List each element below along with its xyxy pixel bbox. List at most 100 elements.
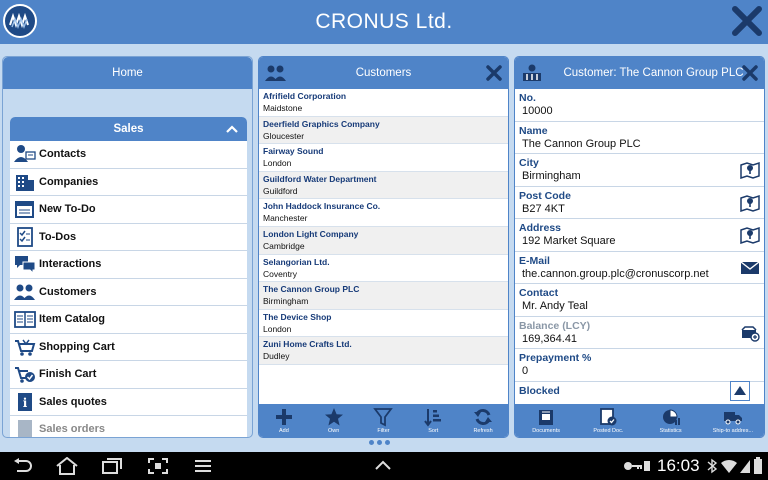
customer-city: Coventry: [263, 268, 298, 279]
menu-item-contacts[interactable]: Contacts: [10, 141, 247, 169]
page-dot: [385, 440, 390, 445]
customer-row[interactable]: Selangorian Ltd. Coventry: [259, 255, 508, 283]
menu-item-customers[interactable]: Customers: [10, 278, 247, 306]
field-email: E-Mail the.cannon.group.plc@cronuscorp.ne…: [515, 252, 764, 284]
customer-row[interactable]: Afrifield Corporation Maidstone: [259, 89, 508, 117]
customer-row[interactable]: Guildford Water Department Guildford: [259, 171, 508, 200]
close-icon[interactable]: [741, 64, 759, 82]
star-icon: [324, 408, 343, 426]
field-label: Balance (LCY): [519, 319, 591, 332]
sales-group-title: Sales: [113, 123, 144, 135]
map-icon[interactable]: [740, 161, 760, 179]
customer-name: John Haddock Insurance Co.: [263, 201, 381, 212]
sort-button[interactable]: Sort: [408, 404, 458, 437]
menu-item-item-catalog[interactable]: Item Catalog: [10, 306, 247, 334]
customer-city: Birmingham: [263, 296, 309, 307]
balance-icon[interactable]: [740, 324, 760, 342]
field-value[interactable]: 192 Market Square: [519, 234, 764, 247]
menu-item-shopping-cart[interactable]: Shopping Cart: [10, 333, 247, 361]
menu-item-label: Sales orders: [39, 423, 106, 436]
add-button[interactable]: Add: [259, 404, 309, 437]
field-value[interactable]: the.cannon.group.plc@cronuscorp.net: [519, 267, 764, 280]
field-value[interactable]: 10000: [519, 104, 764, 117]
customer-city: London: [263, 323, 292, 334]
field-label: City: [519, 157, 539, 169]
field-value[interactable]: Mr. Andy Teal: [519, 299, 764, 312]
documents-label: Documents: [532, 428, 561, 434]
menu-item-companies[interactable]: Companies: [10, 168, 247, 196]
scroll-to-top-button[interactable]: [730, 381, 750, 401]
field-value[interactable]: 0: [519, 364, 764, 377]
customer-card-header: Customer: The Cannon Group PLC: [515, 57, 764, 89]
posted-doc-button[interactable]: Posted Doc.: [577, 404, 639, 437]
app-close-icon[interactable]: [730, 4, 764, 38]
customer-city: Manchester: [263, 213, 308, 224]
customer-row[interactable]: The Cannon Group PLC Birmingham: [259, 282, 508, 310]
customer-row[interactable]: London Light Company Cambridge: [259, 226, 508, 255]
map-icon[interactable]: [740, 194, 760, 212]
customer-row[interactable]: The Device Shop London: [259, 310, 508, 338]
home-header[interactable]: Home: [3, 57, 252, 89]
customer-row[interactable]: John Haddock Insurance Co. Manchester: [259, 199, 508, 227]
map-icon[interactable]: [740, 226, 760, 244]
recent-apps-icon[interactable]: [101, 457, 123, 475]
back-icon[interactable]: [12, 457, 34, 475]
customer-card-title: Customer: The Cannon Group PLC: [563, 67, 744, 79]
field-contact: Contact Mr. Andy Teal: [515, 284, 764, 317]
field-label: Contact: [519, 287, 559, 299]
field-value[interactable]: The Cannon Group PLC: [519, 137, 764, 150]
bluetooth-icon: [707, 458, 718, 474]
customer-name: London Light Company: [263, 228, 359, 239]
filter-button[interactable]: Filter: [359, 404, 409, 437]
field-label: Post Code: [519, 189, 571, 202]
menu-icon[interactable]: [193, 457, 213, 475]
chevron-up-icon[interactable]: [225, 122, 239, 136]
field-city: City Birmingham: [515, 154, 764, 187]
customer-row[interactable]: Deerfield Graphics Company Gloucester: [259, 116, 508, 145]
email-icon[interactable]: [740, 259, 760, 277]
refresh-button[interactable]: Refresh: [458, 404, 508, 437]
menu-item-finish-cart[interactable]: Finish Cart: [10, 361, 247, 389]
sales-group-header[interactable]: Sales: [10, 117, 247, 141]
battery-icon: [754, 457, 762, 474]
refresh-icon: [474, 408, 493, 426]
menu-item-label: Customers: [39, 285, 97, 298]
close-icon[interactable]: [485, 64, 503, 82]
customers-icon: [11, 281, 39, 303]
customer-city: Guildford: [263, 185, 298, 196]
filter-icon: [373, 408, 394, 427]
new-todo-icon: [11, 198, 39, 220]
field-value[interactable]: B27 4KT: [519, 202, 764, 215]
own-button[interactable]: Own: [309, 404, 359, 437]
menu-item-new-todo[interactable]: New To-Do: [10, 196, 247, 224]
customer-row[interactable]: Zuni Home Crafts Ltd. Dudley: [259, 337, 508, 365]
menu-item-label: New To-Do: [39, 203, 96, 216]
system-navigation-bar: 16:03: [0, 452, 768, 480]
menu-item-label: Item Catalog: [39, 313, 106, 326]
posted-doc-label: Posted Doc.: [593, 428, 624, 434]
ship-to-address-button[interactable]: Ship-to addres...: [702, 404, 764, 437]
customer-city: Gloucester: [263, 130, 305, 141]
field-label: Blocked: [519, 384, 560, 397]
home-panel: Home Sales Contacts Companies New To-Do: [2, 56, 253, 438]
page-indicator: [369, 440, 390, 445]
home-icon[interactable]: [55, 457, 79, 475]
documents-button[interactable]: Documents: [515, 404, 577, 437]
statistics-button[interactable]: Statistics: [640, 404, 702, 437]
menu-item-interactions[interactable]: Interactions: [10, 251, 247, 279]
menu-item-todos[interactable]: To-Dos: [10, 223, 247, 251]
customer-city: Cambridge: [263, 240, 305, 251]
menu-item-sales-orders[interactable]: Sales orders: [10, 416, 247, 437]
documents-icon: [539, 410, 554, 425]
sales-quotes-icon: i: [11, 391, 39, 413]
customer-row[interactable]: Fairway Sound London: [259, 144, 508, 172]
screenshot-icon[interactable]: [147, 457, 169, 475]
field-balance: Balance (LCY) 169,364.41: [515, 317, 764, 349]
field-post-code: Post Code B27 4KT: [515, 187, 764, 219]
menu-item-sales-quotes[interactable]: i Sales quotes: [10, 388, 247, 416]
field-value[interactable]: Birmingham: [519, 169, 764, 182]
chevron-up-icon[interactable]: [373, 457, 393, 475]
signal-icon: [740, 460, 750, 473]
plus-icon: [275, 409, 292, 425]
field-value[interactable]: [519, 397, 764, 398]
